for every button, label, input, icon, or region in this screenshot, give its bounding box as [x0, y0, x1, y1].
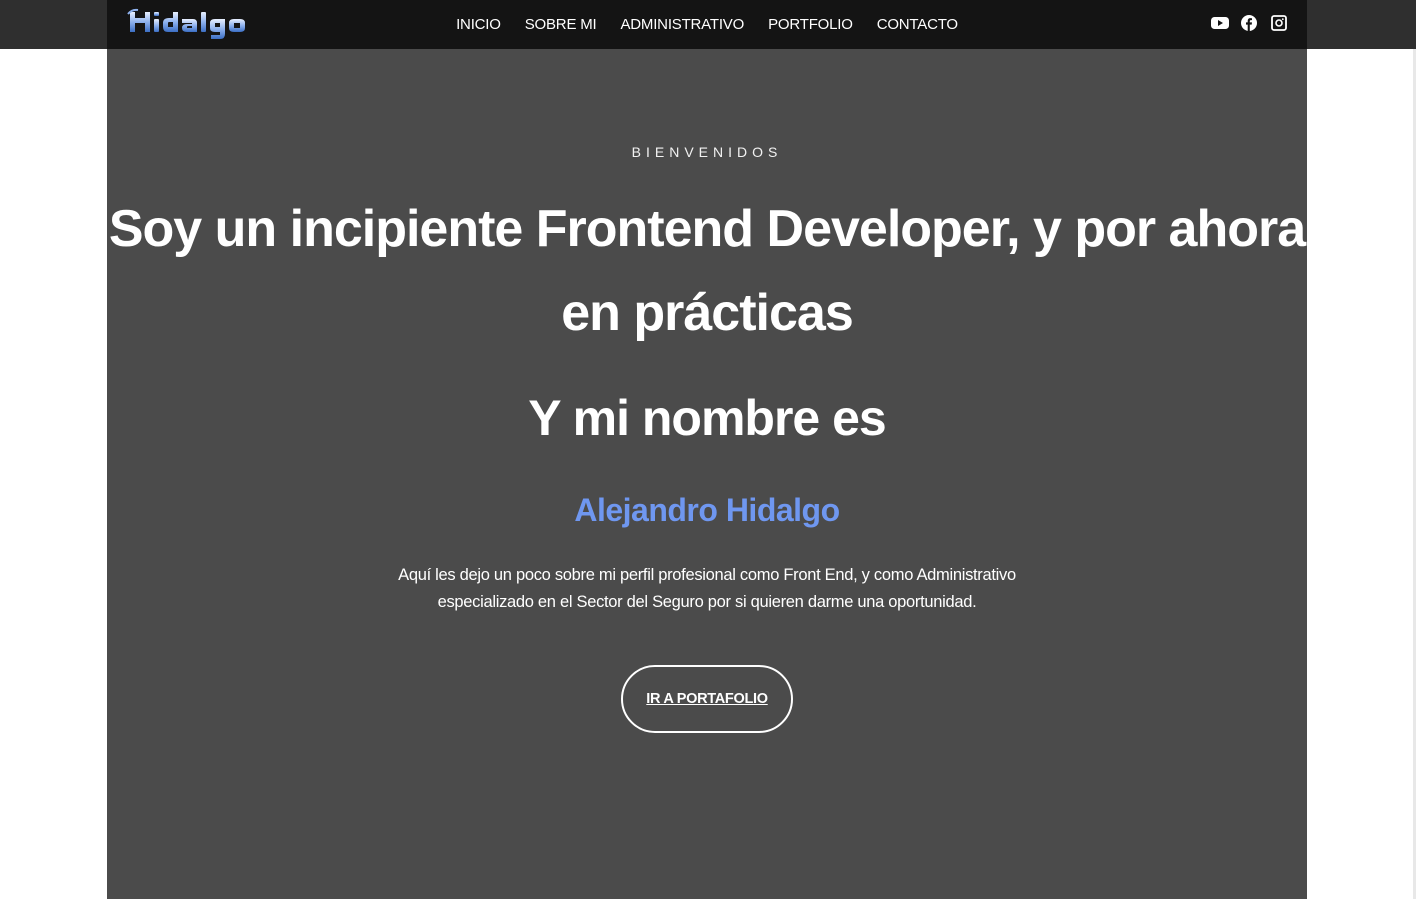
- nav-item-inicio[interactable]: INICIO: [456, 16, 501, 33]
- nav-item-portfolio[interactable]: PORTFOLIO: [768, 16, 853, 33]
- hero-sub-headline: Y mi nombre es: [528, 390, 886, 446]
- nav-item-administrativo[interactable]: ADMINISTRATIVO: [620, 16, 744, 33]
- site-logo[interactable]: [127, 6, 267, 40]
- hero-eyebrow: BIENVENIDOS: [631, 144, 783, 160]
- hero-name: Alejandro Hidalgo: [574, 492, 840, 528]
- nav-item-contacto[interactable]: CONTACTO: [877, 16, 958, 33]
- youtube-icon[interactable]: [1211, 15, 1229, 31]
- main-nav: INICIO SOBRE MI ADMINISTRATIVO PORTFOLIO…: [107, 0, 1307, 49]
- instagram-icon[interactable]: [1271, 15, 1287, 31]
- nav-item-sobre-mi[interactable]: SOBRE MI: [525, 16, 597, 33]
- facebook-icon[interactable]: [1241, 15, 1257, 31]
- logo-icon: [127, 8, 245, 39]
- hero-headline: Soy un incipiente Frontend Developer, y …: [108, 200, 1306, 342]
- portfolio-cta-button[interactable]: IR A PORTAFOLIO: [621, 665, 793, 733]
- social-links: [1211, 15, 1287, 31]
- navbar: INICIO SOBRE MI ADMINISTRATIVO PORTFOLIO…: [107, 0, 1307, 49]
- hero-section: BIENVENIDOS Soy un incipiente Frontend D…: [107, 49, 1307, 899]
- hero-description: Aquí les dejo un poco sobre mi perfil pr…: [398, 566, 1016, 611]
